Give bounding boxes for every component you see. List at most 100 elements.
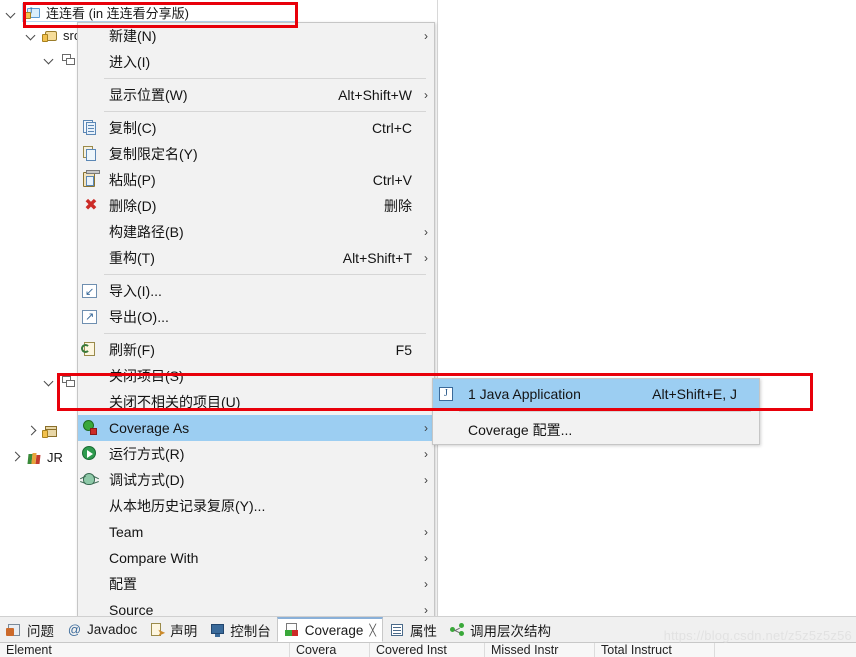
tab-label: 控制台 [230,623,271,639]
eclipse-screenshot: J 连连看 (in 连连看分享版) src JR 新建(N) › 进入(I) 显… [0,0,856,657]
menu-item-delete[interactable]: ✖ 删除(D) 删除 [78,193,434,219]
menu-item-run-as[interactable]: 运行方式(R) › [78,441,434,467]
menu-item-paste[interactable]: 粘贴(P) Ctrl+V [78,167,434,193]
tree-item-label: 连连看 (in 连连看分享版) [46,6,190,21]
tree-twisty-package-2[interactable] [42,374,56,388]
column-header-extra[interactable] [715,643,856,657]
coverage-table-header-row: Element Covera Covered Inst Missed Instr… [0,643,856,657]
tab-call-hierarchy[interactable]: 调用层次结构 [443,617,557,642]
menu-item-configure[interactable]: 配置 › [78,571,434,597]
tree-item-jre-library[interactable]: JR [26,448,63,467]
menu-item-label: 导入(I)... [109,283,162,299]
package-icon [60,52,77,68]
menu-item-label: 显示位置(W) [109,87,188,103]
menu-item-close-project[interactable]: 关闭项目(S) [78,363,434,389]
debug-icon [78,469,104,491]
menu-icon-blank [78,365,104,387]
tree-twisty-src[interactable] [24,28,38,42]
copy-icon [78,117,104,139]
package-icon [60,374,77,390]
menu-item-open[interactable]: 进入(I) [78,49,434,75]
menu-item-debug-as[interactable]: 调试方式(D) › [78,467,434,493]
menu-item-build-path[interactable]: 构建路径(B) › [78,219,434,245]
menu-item-compare-with[interactable]: Compare With › [78,545,434,571]
tree-twisty-package-1[interactable] [42,52,56,66]
submenu-item-coverage-configurations[interactable]: Coverage 配置... [433,415,759,444]
menu-item-label: 复制(C) [109,120,157,136]
tree-twisty-jre[interactable] [8,450,22,464]
menu-item-label: 从本地历史记录复原(Y)... [109,498,266,514]
menu-item-label: 粘贴(P) [109,172,156,188]
menu-item-label: 刷新(F) [109,342,155,358]
column-header-coverage[interactable]: Covera [290,643,370,657]
menu-item-copy-qualified-name[interactable]: 复制限定名(Y) [78,141,434,167]
tree-twisty-project[interactable] [4,6,18,20]
coverage-view-icon [284,622,301,638]
tab-properties[interactable]: 属性 [383,617,443,642]
coverage-table[interactable]: Element Covera Covered Inst Missed Instr… [0,642,856,657]
tree-item-src[interactable]: src [42,26,80,45]
submenu-separator [459,411,751,412]
tree-item-label: JR [47,450,63,465]
tab-label: Coverage [304,622,364,638]
tree-panel-divider [437,0,438,616]
menu-item-export[interactable]: ↗ 导出(O)... [78,304,434,330]
menu-item-label: 导出(O)... [109,309,169,325]
menu-item-refresh[interactable]: 刷新(F) F5 [78,337,434,363]
chevron-right-icon: › [424,447,428,461]
problems-icon [6,622,23,638]
menu-icon-blank [78,25,104,47]
declaration-icon: ➤ [149,622,166,638]
menu-separator [104,111,426,112]
menu-item-import[interactable]: ↙ 导入(I)... [78,278,434,304]
menu-item-team[interactable]: Team › [78,519,434,545]
menu-item-copy[interactable]: 复制(C) Ctrl+C [78,115,434,141]
context-menu[interactable]: 新建(N) › 进入(I) 显示位置(W) Alt+Shift+W › 复制(C… [77,22,435,657]
menu-icon-blank [78,84,104,106]
menu-item-accelerator: F5 [395,342,412,358]
menu-icon-blank [78,221,104,243]
menu-item-refactor[interactable]: 重构(T) Alt+Shift+T › [78,245,434,271]
watermark: https://blog.csdn.net/z5z5z5z56 [663,628,852,643]
column-header-missed-instructions[interactable]: Missed Instr [485,643,595,657]
menu-item-new[interactable]: 新建(N) › [78,23,434,49]
tab-javadoc[interactable]: @ Javadoc [60,617,143,642]
menu-icon-blank [78,247,104,269]
coverage-icon [78,417,104,439]
chevron-right-icon: › [424,525,428,539]
menu-item-label: 调试方式(D) [109,472,185,488]
chevron-right-icon: › [424,251,428,265]
menu-item-coverage-as[interactable]: Coverage As › [78,415,434,441]
close-icon[interactable]: ╳ [369,624,376,637]
javadoc-icon: @ [67,621,82,637]
tab-coverage[interactable]: Coverage ╳ [276,617,383,642]
tab-label: Javadoc [87,622,138,637]
column-header-covered-instructions[interactable]: Covered Inst [370,643,485,657]
submenu-item-label: 1 Java Application [468,385,581,402]
tab-problems[interactable]: 问题 [0,617,60,642]
menu-icon-blank [78,391,104,413]
submenu-item-label: Coverage 配置... [468,421,573,438]
menu-item-label: Compare With [109,550,199,566]
menu-icon-blank [433,419,463,441]
tree-item-project[interactable]: J 连连看 (in 连连看分享版) [22,3,298,22]
menu-item-restore-from-local-history[interactable]: 从本地历史记录复原(Y)... [78,493,434,519]
menu-item-close-unrelated-projects[interactable]: 关闭不相关的项目(U) [78,389,434,415]
menu-item-label: Coverage As [109,420,190,436]
coverage-as-submenu[interactable]: J 1 Java Application Alt+Shift+E, J Cove… [432,378,760,445]
tab-label: 属性 [409,623,437,639]
source-folder-icon [42,28,59,44]
column-header-total-instructions[interactable]: Total Instruct [595,643,715,657]
menu-item-show-in[interactable]: 显示位置(W) Alt+Shift+W › [78,82,434,108]
tree-item-jar[interactable] [42,422,63,441]
tree-twisty-jar[interactable] [24,424,38,438]
column-header-element[interactable]: Element [0,643,290,657]
tab-declaration[interactable]: ➤ 声明 [143,617,203,642]
submenu-item-java-application[interactable]: J 1 Java Application Alt+Shift+E, J [433,379,759,408]
menu-item-label: 运行方式(R) [109,446,185,462]
tab-console[interactable]: 控制台 [203,617,277,642]
menu-item-label: 关闭项目(S) [109,368,184,384]
menu-item-label: 新建(N) [109,28,157,44]
menu-item-label: 关闭不相关的项目(U) [109,394,241,410]
menu-separator [104,333,426,334]
